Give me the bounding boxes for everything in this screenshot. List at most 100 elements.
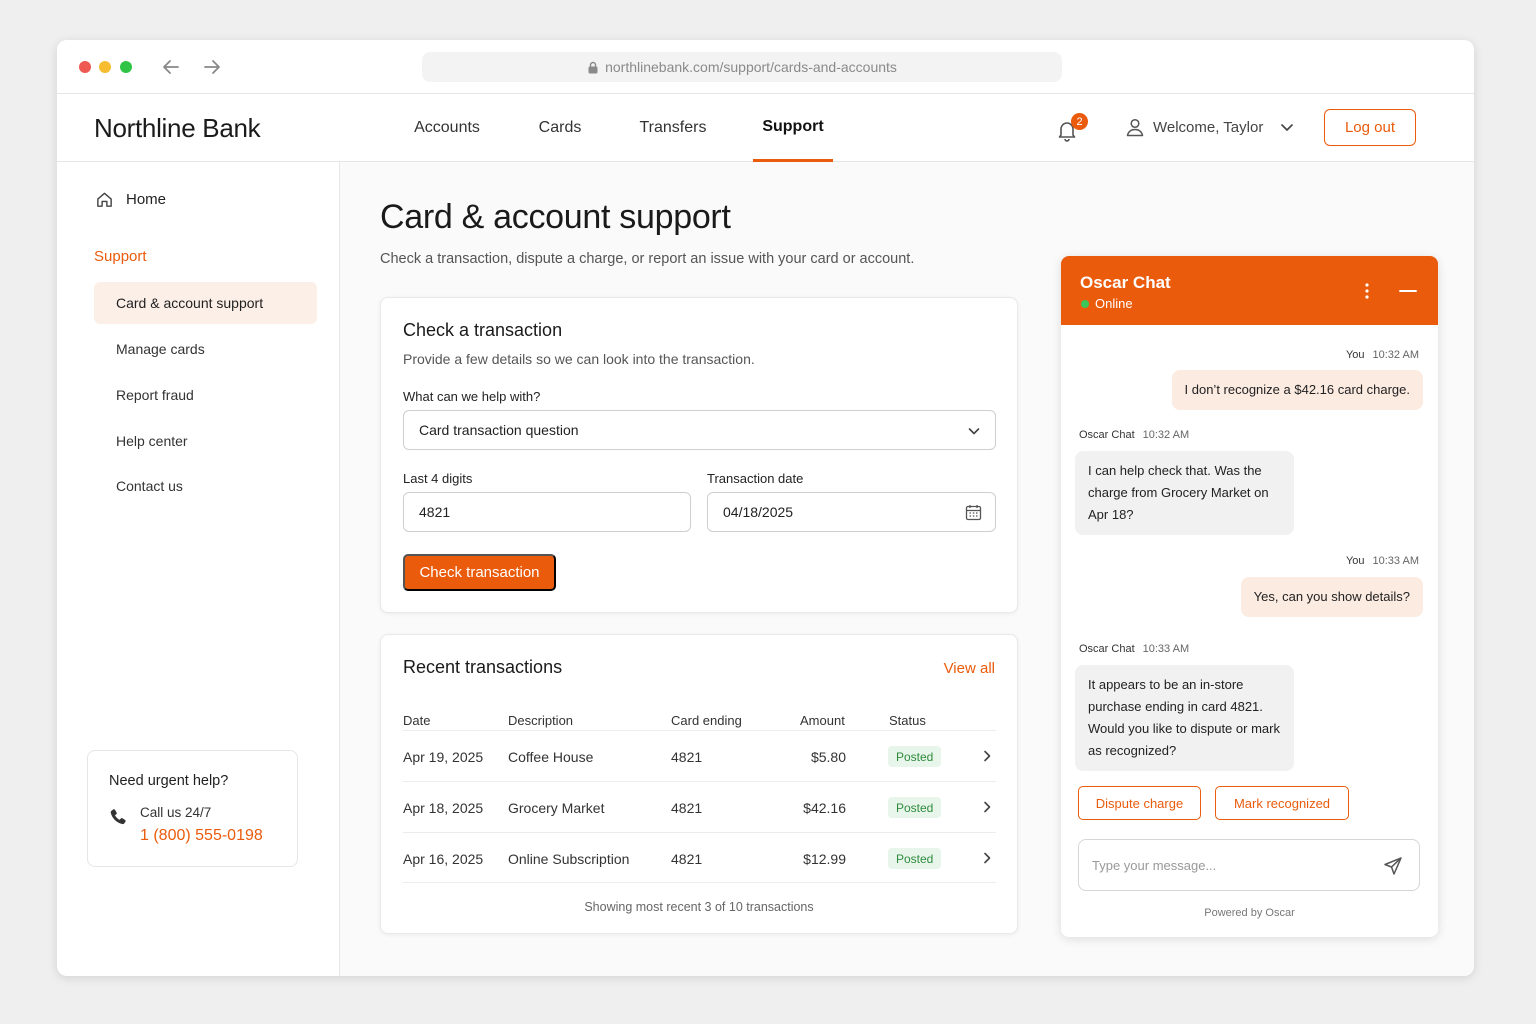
last-digits-label: Last 4 digits <box>403 471 473 486</box>
message-meta: You 10:33 AM <box>1345 555 1419 567</box>
url-text: northlinebank.com/support/cards-and-acco… <box>605 59 897 75</box>
column-header-status: Status <box>889 713 926 728</box>
transaction-card-ending: 4821 <box>671 748 703 765</box>
lock-icon <box>588 61 598 73</box>
support-phone-link[interactable]: 1 (800) 555-0198 <box>140 827 263 845</box>
user-message: I don’t recognize a $42.16 card charge. <box>1171 370 1423 410</box>
status-badge: Posted <box>888 848 942 869</box>
chevron-right-icon[interactable] <box>980 749 994 763</box>
message-meta: Oscar Chat 10:32 AM <box>1079 429 1190 441</box>
forward-arrow-icon[interactable] <box>201 56 223 78</box>
user-icon <box>1126 118 1144 137</box>
chat-message-input[interactable]: Type your message... <box>1078 839 1420 891</box>
bot-message: It appears to be an in-store purchase en… <box>1075 665 1294 771</box>
browser-window: northlinebank.com/support/cards-and-acco… <box>57 40 1474 976</box>
calendar-icon[interactable] <box>965 504 982 521</box>
check-transaction-description: Provide a few details so we can look int… <box>403 351 755 367</box>
transaction-date-value: 04/18/2025 <box>723 504 794 520</box>
help-topic-select[interactable]: Card transaction question <box>403 410 996 450</box>
transaction-amount: $42.16 <box>803 799 846 816</box>
chat-status: Online <box>1095 296 1133 311</box>
chevron-right-icon[interactable] <box>980 800 994 814</box>
transaction-date-label: Transaction date <box>707 471 804 486</box>
minimize-window-button[interactable] <box>99 61 111 73</box>
help-topic-label: What can we help with? <box>403 389 541 404</box>
column-header-date: Date <box>403 713 431 728</box>
notification-count-badge: 2 <box>1071 113 1088 130</box>
message-meta: You 10:32 AM <box>1345 349 1419 361</box>
maximize-window-button[interactable] <box>120 61 132 73</box>
minimize-icon[interactable] <box>1398 282 1418 300</box>
transaction-date: Apr 18, 2025 <box>403 799 484 816</box>
transaction-date: Apr 19, 2025 <box>403 748 484 765</box>
sidebar-section-support[interactable]: Support <box>94 248 147 265</box>
sidebar-item-contact-us[interactable]: Contact us <box>94 465 317 507</box>
close-window-button[interactable] <box>79 61 91 73</box>
transaction-date-input[interactable]: 04/18/2025 <box>707 492 996 532</box>
user-message: Yes, can you show details? <box>1240 577 1423 617</box>
more-options-icon[interactable] <box>1363 282 1371 300</box>
sidebar-item-manage-cards[interactable]: Manage cards <box>94 328 317 370</box>
send-icon[interactable] <box>1383 856 1403 876</box>
column-header-description: Description <box>508 713 574 728</box>
column-header-card-ending: Card ending <box>671 713 742 728</box>
check-transaction-card: Check a transaction Provide a few detail… <box>380 297 1018 613</box>
chat-title: Oscar Chat <box>1080 273 1171 292</box>
browser-toolbar: northlinebank.com/support/cards-and-acco… <box>57 40 1474 94</box>
table-row[interactable]: Apr 16, 2025 Online Subscription 4821 $1… <box>403 832 996 883</box>
phone-icon <box>110 809 126 825</box>
back-arrow-icon[interactable] <box>160 56 182 78</box>
help-topic-value: Card transaction question <box>419 422 579 438</box>
check-transaction-button[interactable]: Check transaction <box>403 554 556 591</box>
sidebar-item-report-fraud[interactable]: Report fraud <box>94 374 317 416</box>
table-row[interactable]: Apr 18, 2025 Grocery Market 4821 $42.16 … <box>403 781 996 832</box>
sidebar: Home Support Card & account support Mana… <box>57 162 340 976</box>
welcome-text: Welcome, Taylor <box>1153 118 1264 136</box>
chat-header: Oscar Chat Online <box>1061 256 1438 325</box>
nav-support[interactable]: Support <box>753 94 833 162</box>
last-digits-input[interactable]: 4821 <box>403 492 691 532</box>
mark-recognized-button[interactable]: Mark recognized <box>1215 786 1349 820</box>
view-all-link[interactable]: View all <box>944 660 995 677</box>
recent-transactions-card: Recent transactions View all Date Descri… <box>380 634 1018 934</box>
sidebar-item-help-center[interactable]: Help center <box>94 420 317 462</box>
transaction-description: Online Subscription <box>508 850 630 867</box>
transaction-description: Grocery Market <box>508 799 605 816</box>
urgent-help-title: Need urgent help? <box>109 773 229 789</box>
sidebar-home-label: Home <box>126 191 167 208</box>
page-title: Card & account support <box>380 198 731 236</box>
powered-by-text: Powered by Oscar <box>1204 907 1295 919</box>
transaction-card-ending: 4821 <box>671 799 703 816</box>
chat-input-placeholder: Type your message... <box>1092 857 1217 873</box>
table-row[interactable]: Apr 19, 2025 Coffee House 4821 $5.80 Pos… <box>403 730 996 781</box>
nav-cards[interactable]: Cards <box>528 94 592 162</box>
online-indicator <box>1081 300 1089 308</box>
bank-logo[interactable]: Northline Bank <box>94 113 261 144</box>
chevron-down-icon <box>1281 124 1294 131</box>
bot-message: I can help check that. Was the charge fr… <box>1075 451 1294 535</box>
chat-panel: Oscar Chat Online You 10:32 AM I don’t re… <box>1061 256 1438 937</box>
transaction-description: Coffee House <box>508 748 594 765</box>
address-bar[interactable]: northlinebank.com/support/cards-and-acco… <box>422 52 1062 82</box>
urgent-help-card: Need urgent help? Call us 24/7 1 (800) 5… <box>87 750 298 867</box>
logout-button[interactable]: Log out <box>1324 109 1416 146</box>
chevron-down-icon <box>968 428 980 435</box>
transaction-date: Apr 16, 2025 <box>403 850 484 867</box>
transaction-card-ending: 4821 <box>671 850 703 867</box>
chevron-right-icon[interactable] <box>980 851 994 865</box>
status-badge: Posted <box>888 746 942 767</box>
transaction-amount: $12.99 <box>803 850 846 867</box>
user-menu[interactable]: Welcome, Taylor <box>1125 117 1295 137</box>
sidebar-item-home[interactable]: Home <box>95 190 166 209</box>
column-header-amount: Amount <box>800 713 845 728</box>
dispute-charge-button[interactable]: Dispute charge <box>1078 786 1201 820</box>
site-header: Northline Bank Accounts Cards Transfers … <box>57 94 1474 162</box>
last-digits-value: 4821 <box>419 504 451 520</box>
transaction-amount: $5.80 <box>810 748 846 765</box>
recent-transactions-title: Recent transactions <box>403 657 563 677</box>
page-subtitle: Check a transaction, dispute a charge, o… <box>380 251 915 267</box>
nav-transfers[interactable]: Transfers <box>630 94 716 162</box>
call-label: Call us 24/7 <box>140 805 212 820</box>
sidebar-item-card-account-support[interactable]: Card & account support <box>94 282 317 324</box>
nav-accounts[interactable]: Accounts <box>403 94 491 162</box>
